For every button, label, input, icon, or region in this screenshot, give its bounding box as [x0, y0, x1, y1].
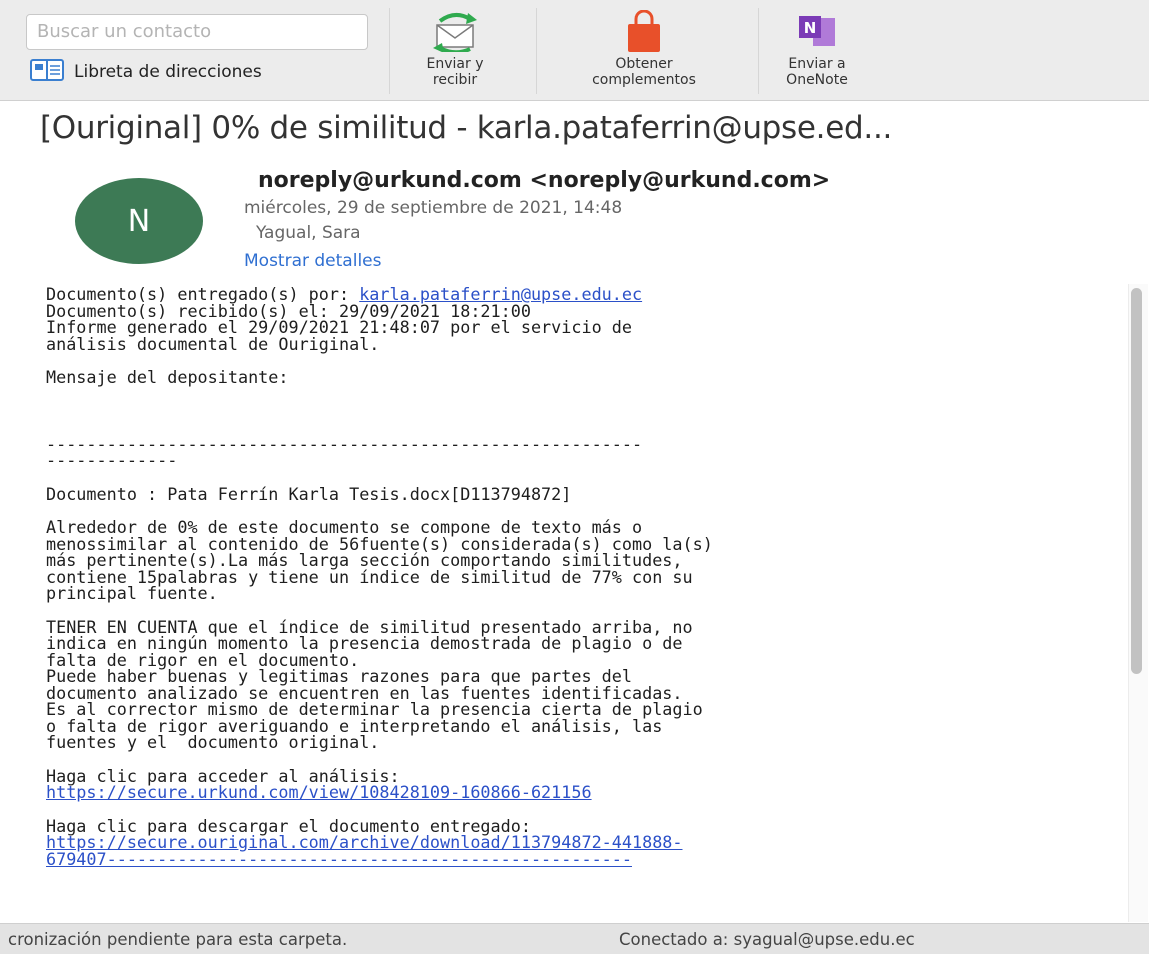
toolbar-divider	[389, 8, 390, 94]
address-book-button[interactable]: Libreta de direcciones	[30, 58, 262, 86]
send-receive-button[interactable]: Enviar y recibir	[398, 8, 512, 96]
send-receive-icon	[428, 8, 482, 56]
download-link-continued[interactable]: 679407----------------------------------…	[46, 849, 632, 869]
report-line: análisis documental de Ouriginal.	[46, 333, 380, 354]
get-addins-button[interactable]: Obtener complementos	[548, 8, 740, 96]
separator-line: ----------------------------------------…	[46, 433, 643, 454]
sender-avatar: N	[75, 178, 203, 264]
depositor-message-label: Mensaje del depositante:	[46, 367, 289, 387]
store-bag-icon	[622, 8, 666, 56]
disclaimer-text: fuentes y el documento original.	[46, 732, 380, 752]
onenote-icon: N	[795, 8, 839, 56]
status-bar: cronización pendiente para esta carpeta.…	[0, 923, 1149, 954]
recipient[interactable]: Yagual, Sara	[256, 223, 361, 243]
sync-status: cronización pendiente para esta carpeta.	[8, 930, 348, 949]
document-name: Documento : Pata Ferrín Karla Tesis.docx…	[46, 483, 572, 504]
send-receive-label: Enviar y recibir	[426, 56, 484, 88]
send-to-onenote-label: Enviar a OneNote	[786, 56, 848, 88]
show-details-link[interactable]: Mostrar detalles	[244, 251, 382, 271]
analysis-link[interactable]: https://secure.urkund.com/view/108428109…	[46, 782, 592, 802]
send-to-onenote-button[interactable]: N Enviar a OneNote	[768, 8, 866, 96]
toolbar-divider	[536, 8, 537, 94]
sender-address[interactable]: noreply@urkund.com <noreply@urkund.com>	[258, 168, 830, 193]
message-subject: [Ouriginal] 0% de similitud - karla.pata…	[40, 110, 893, 146]
connection-status: Conectado a: syagual@upse.edu.ec	[619, 930, 915, 949]
address-book-icon	[30, 58, 64, 87]
search-contact-input[interactable]: Buscar un contacto	[26, 14, 368, 50]
toolbar-divider	[758, 8, 759, 94]
separator-line: -------------	[46, 450, 178, 470]
get-addins-label: Obtener complementos	[592, 56, 696, 88]
message-body: Documento(s) entregado(s) por: karla.pat…	[46, 286, 1116, 867]
scrollbar-thumb[interactable]	[1131, 288, 1142, 674]
toolbar: Buscar un contacto Libreta de direccione…	[0, 0, 1149, 101]
similarity-text: principal fuente.	[46, 583, 218, 603]
message-date: miércoles, 29 de septiembre de 2021, 14:…	[244, 198, 623, 218]
address-book-label: Libreta de direcciones	[74, 62, 262, 82]
svg-text:N: N	[804, 19, 817, 37]
